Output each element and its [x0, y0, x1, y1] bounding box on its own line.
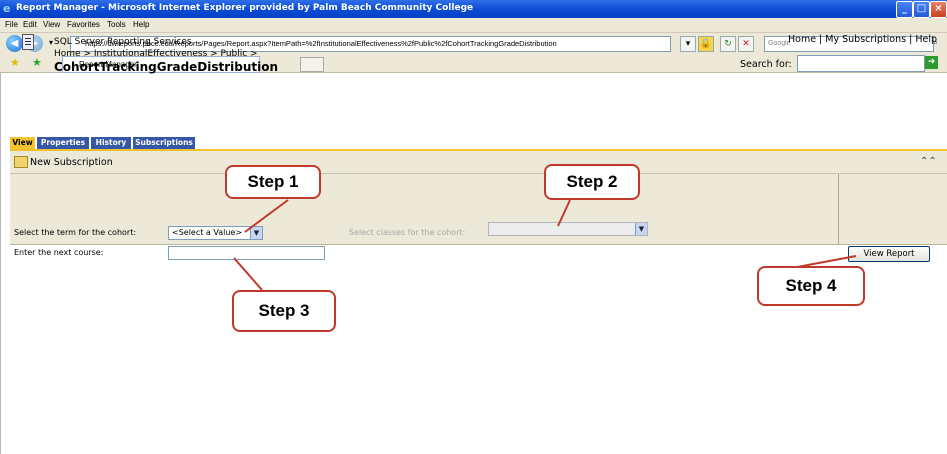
top-links[interactable]: Home | My Subscriptions | Help [788, 34, 937, 45]
add-favorites-icon[interactable]: ★ [32, 56, 42, 69]
collapse-icon[interactable]: ⌃⌃ [920, 156, 937, 167]
url-dropdown-icon[interactable]: ▾ [680, 36, 696, 52]
classes-label: Select classes for the cohort: [349, 228, 466, 237]
back-icon[interactable]: ◀ [6, 35, 23, 52]
menu-file[interactable]: File [5, 20, 18, 29]
page-content [0, 73, 947, 454]
search-go-icon[interactable]: ➜ [925, 56, 938, 69]
close-button[interactable]: × [930, 1, 947, 18]
ie-logo-icon: e [3, 2, 11, 15]
tab-view[interactable]: View [10, 137, 35, 149]
search-label: Search for: [740, 59, 792, 70]
chevron-down-icon[interactable]: ▼ [635, 223, 647, 235]
classes-select[interactable]: ▼ [488, 222, 648, 236]
term-select[interactable]: <Select a Value> ▼ [168, 226, 263, 240]
product-name: SQL Server Reporting Services [54, 37, 192, 47]
menu-bar: File Edit View Favorites Tools Help [0, 18, 947, 33]
step-1-callout: Step 1 [225, 165, 321, 199]
new-tab-button[interactable] [300, 57, 324, 72]
refresh-icon[interactable]: ↻ [720, 36, 736, 52]
favorites-star-icon[interactable]: ★ [10, 56, 20, 69]
lock-icon[interactable]: 🔒 [698, 36, 714, 52]
parameters-divider [838, 174, 839, 244]
course-input[interactable] [168, 246, 325, 260]
window-title: Report Manager - Microsoft Internet Expl… [16, 3, 474, 13]
maximize-button[interactable]: □ [913, 1, 930, 18]
course-label: Enter the next course: [14, 248, 104, 257]
new-subscription-link[interactable]: New Subscription [30, 157, 113, 168]
page-title: CohortTrackingGradeDistribution [54, 60, 279, 74]
term-select-value: <Select a Value> [172, 228, 243, 237]
view-report-button[interactable]: View Report [848, 246, 930, 262]
window-title-bar: e Report Manager - Microsoft Internet Ex… [0, 0, 947, 18]
step-3-callout: Step 3 [232, 290, 336, 332]
menu-help[interactable]: Help [133, 20, 149, 29]
history-dropdown-icon[interactable]: ▾ [49, 38, 53, 47]
minimize-button[interactable]: _ [896, 1, 913, 18]
tab-history[interactable]: History [91, 137, 131, 149]
report-server-icon [22, 34, 34, 50]
parameters-panel [10, 174, 947, 245]
report-toolbar [10, 151, 947, 174]
step-2-callout: Step 2 [544, 164, 640, 200]
tab-subscriptions[interactable]: Subscriptions [133, 137, 195, 149]
menu-view[interactable]: View [43, 20, 60, 29]
menu-edit[interactable]: Edit [23, 20, 37, 29]
chevron-down-icon[interactable]: ▼ [250, 227, 262, 239]
menu-favorites[interactable]: Favorites [67, 20, 100, 29]
term-label: Select the term for the cohort: [14, 228, 137, 237]
tab-properties[interactable]: Properties [37, 137, 89, 149]
new-subscription-icon[interactable] [14, 156, 28, 168]
step-4-callout: Step 4 [757, 266, 865, 306]
breadcrumb[interactable]: Home > InstitutionalEffectiveness > Publ… [54, 49, 258, 59]
menu-tools[interactable]: Tools [107, 20, 126, 29]
search-input[interactable] [797, 55, 925, 72]
stop-icon[interactable]: ✕ [738, 36, 754, 52]
